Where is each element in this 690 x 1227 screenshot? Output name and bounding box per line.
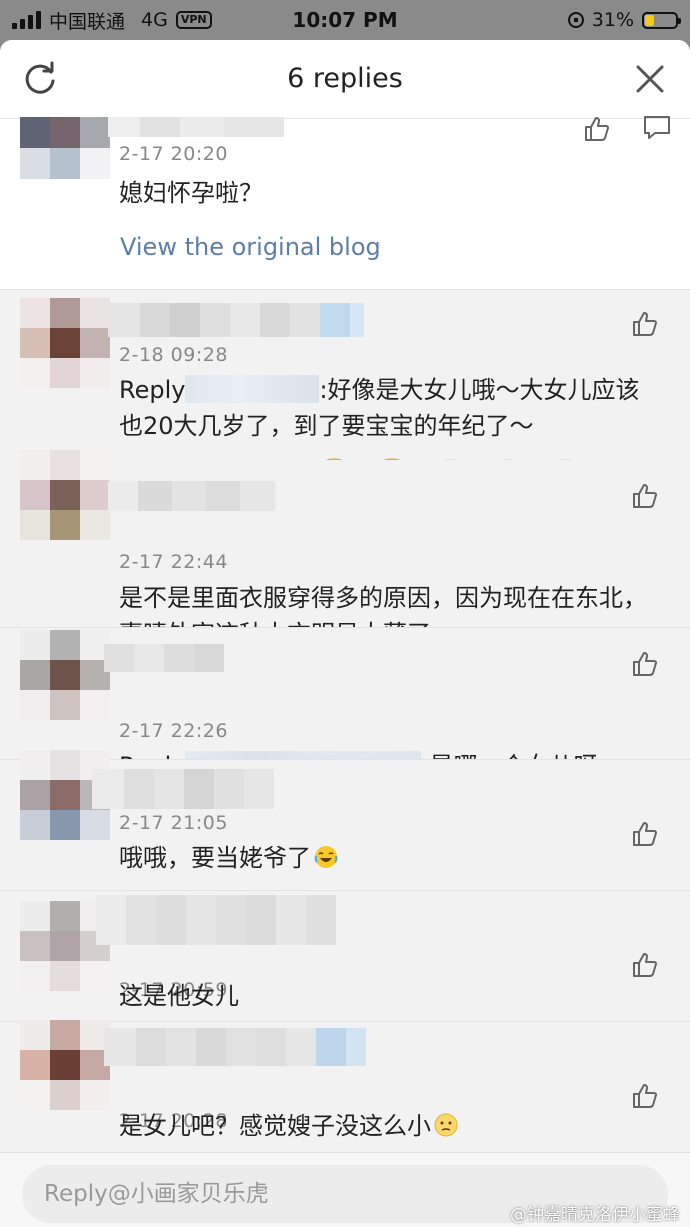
close-icon (636, 65, 664, 93)
reply-prefix: Reply (119, 376, 186, 404)
comment-text: Reply:好像是大女儿哦～大女儿应该也20大几岁了，到了要宝宝的年纪了～ (119, 372, 649, 444)
reply-item: 2-17 22:26 Reply:是哪一个女儿呀 (0, 627, 690, 780)
close-button[interactable] (630, 59, 670, 99)
status-bar: 中国联通 4G VPN 10:07 PM 31% (0, 0, 690, 40)
thinking-face-icon (434, 1113, 458, 1137)
like-icon[interactable] (582, 113, 612, 143)
blurred-mention[interactable] (185, 375, 320, 403)
reply-item: 2-17 22:44 是不是里面衣服穿得多的原因，因为现在在东北，嘉晴外穿这种大… (0, 450, 690, 648)
watermark: @钟嘉晴克洛伊小蜜蜂 (510, 1205, 680, 1225)
comment-time: 2-17 22:26 (119, 720, 228, 742)
original-comment: 2-17 20:20 媳妇怀孕啦？ View the original blog (0, 116, 690, 289)
like-icon[interactable] (630, 949, 660, 979)
comment-icon[interactable] (642, 113, 672, 143)
comment-text: 媳妇怀孕啦？ (119, 179, 263, 207)
like-icon[interactable] (630, 1080, 660, 1110)
comment-body: 是女儿吧？感觉嫂子没这么小 (119, 1112, 431, 1140)
comment-time: 2-17 22:44 (119, 551, 228, 573)
comment-time: 2-17 20:20 (119, 143, 228, 165)
battery-percent: 31% (591, 9, 634, 31)
blurred-username (92, 769, 274, 809)
reply-item: 2-17 21:05 哦哦，要当姥爷了 (0, 750, 690, 891)
replies-sheet: 6 replies 2-17 20:20 媳妇怀孕啦？ View the ori… (0, 40, 690, 1227)
comment-text: 这是他女儿 (119, 982, 239, 1010)
sheet-header: 6 replies (0, 40, 690, 119)
blurred-username (108, 481, 276, 511)
view-original-blog-link[interactable]: View the original blog (120, 233, 381, 261)
like-icon[interactable] (630, 308, 660, 338)
comment-text: 是女儿吧？感觉嫂子没这么小 (119, 1108, 679, 1144)
sheet-title: 6 replies (287, 63, 403, 94)
blurred-username (108, 117, 284, 137)
comment-time: 2-18 09:28 (119, 344, 228, 366)
blurred-username (104, 644, 224, 672)
rotation-lock-icon (567, 12, 584, 28)
battery-icon (642, 11, 681, 29)
battery-fill (645, 14, 655, 26)
comment-time: 2-17 21:05 (119, 812, 228, 834)
status-right: 31% (567, 6, 681, 34)
reply-item: 2-18 09:28 Reply:好像是大女儿哦～大女儿应该也20大几岁了，到了… (0, 289, 690, 461)
like-icon[interactable] (630, 648, 660, 678)
blurred-username (108, 303, 364, 337)
comment-text: 哦哦，要当姥爷了 (119, 840, 649, 876)
comment-body: 哦哦，要当姥爷了 (119, 844, 311, 872)
blurred-username (96, 895, 336, 945)
avatar (20, 117, 110, 179)
like-icon[interactable] (630, 480, 660, 510)
avatar (20, 298, 110, 388)
avatar (20, 1020, 110, 1110)
blurred-username (104, 1028, 366, 1066)
avatar (20, 450, 110, 540)
avatar (20, 630, 110, 720)
laugh-cry-icon (314, 846, 338, 868)
